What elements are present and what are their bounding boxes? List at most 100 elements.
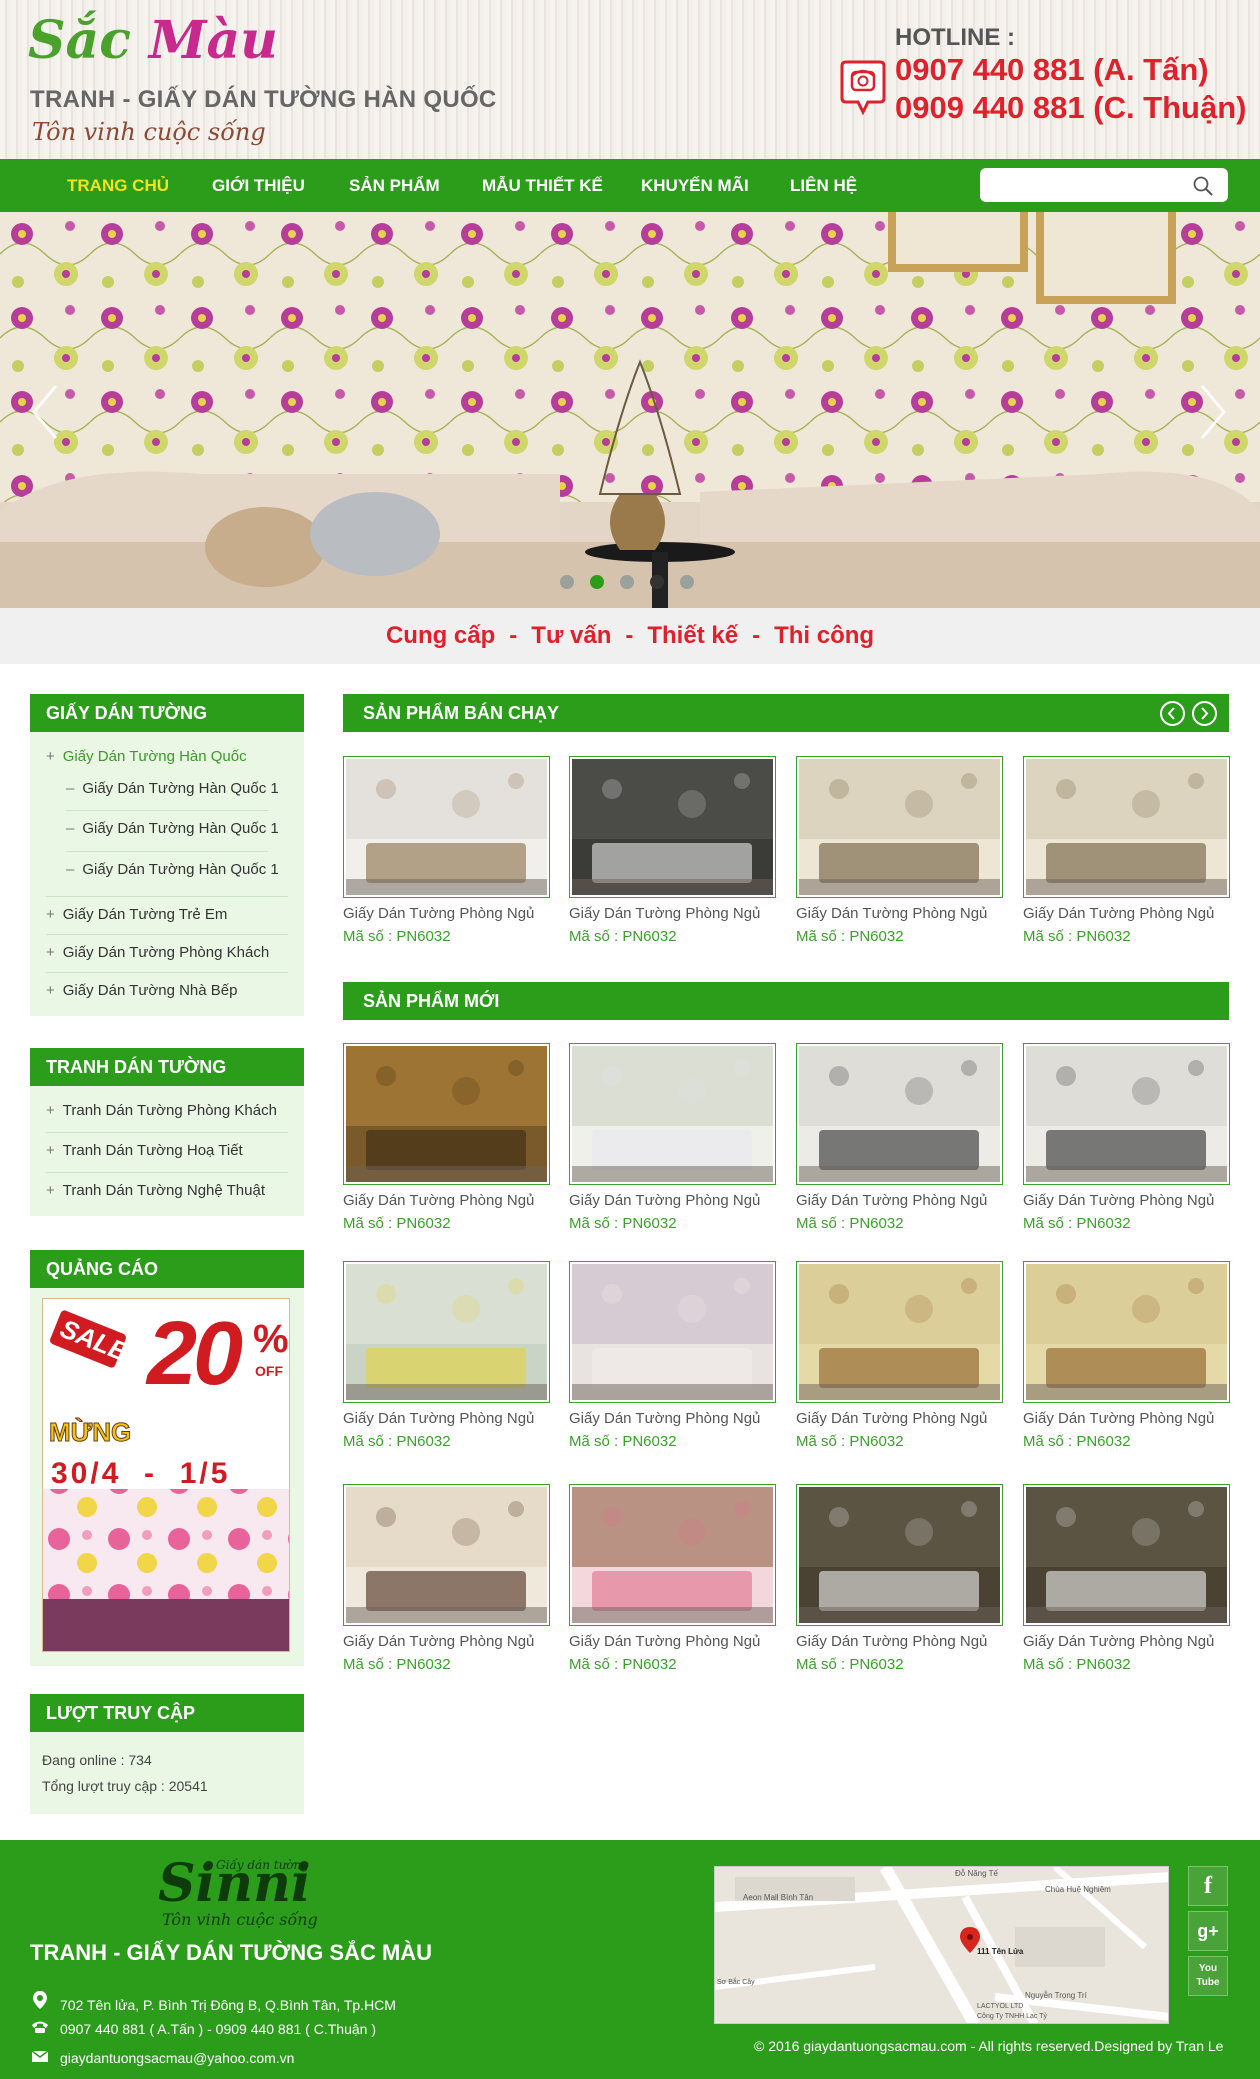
sidebar-subitem[interactable]: – Giấy Dán Tường Hàn Quốc 1: [66, 780, 288, 797]
sidebar-subitem[interactable]: – Giấy Dán Tường Hàn Quốc 1: [66, 820, 288, 837]
carousel-prev-button[interactable]: [1160, 701, 1185, 726]
product-name[interactable]: Giấy Dán Tường Phòng Ngủ: [343, 1633, 550, 1650]
product-card[interactable]: Giấy Dán Tường Phòng Ngủ Mã số : PN6032: [796, 1484, 1003, 1673]
product-image[interactable]: [569, 1043, 776, 1185]
product-card[interactable]: Giấy Dán Tường Phòng Ngủ Mã số : PN6032: [343, 1043, 550, 1232]
product-name[interactable]: Giấy Dán Tường Phòng Ngủ: [569, 1192, 776, 1209]
product-card[interactable]: Giấy Dán Tường Phòng Ngủ Mã số : PN6032: [343, 1484, 550, 1673]
nav-home[interactable]: TRANG CHỦ: [67, 176, 169, 196]
product-image[interactable]: [569, 756, 776, 898]
location-map[interactable]: Aeon Mall Bình Tân Chùa Huệ Nghiêm 111 T…: [714, 1866, 1169, 2024]
hotline-phone-2[interactable]: 0909 440 881 (C. Thuận): [895, 90, 1247, 126]
slider-prev-icon[interactable]: [30, 382, 60, 442]
product-image[interactable]: [796, 1484, 1003, 1626]
site-tagline: TRANH - GIẤY DÁN TƯỜNG HÀN QUỐC: [30, 86, 497, 113]
product-image[interactable]: [343, 1261, 550, 1403]
product-card[interactable]: Giấy Dán Tường Phòng Ngủ Mã số : PN6032: [796, 756, 1003, 945]
product-image[interactable]: [569, 1484, 776, 1626]
ad-off-text: OFF: [255, 1363, 283, 1379]
product-name[interactable]: Giấy Dán Tường Phòng Ngủ: [796, 1192, 1003, 1209]
product-card[interactable]: Giấy Dán Tường Phòng Ngủ Mã số : PN6032: [1023, 1043, 1230, 1232]
ad-banner[interactable]: SALE 20 % OFF MỪNG 30/4 - 1/5: [42, 1298, 290, 1652]
product-card[interactable]: Giấy Dán Tường Phòng Ngủ Mã số : PN6032: [569, 1484, 776, 1673]
product-card[interactable]: Giấy Dán Tường Phòng Ngủ Mã số : PN6032: [1023, 1261, 1230, 1450]
product-card[interactable]: Giấy Dán Tường Phòng Ngủ Mã số : PN6032: [796, 1043, 1003, 1232]
product-name[interactable]: Giấy Dán Tường Phòng Ngủ: [1023, 1633, 1230, 1650]
nav-promotions[interactable]: KHUYẾN MÃI: [641, 176, 749, 196]
product-image[interactable]: [1023, 756, 1230, 898]
hero-slider[interactable]: [0, 212, 1260, 608]
new-products-title: SẢN PHẨM MỚI: [363, 991, 500, 1011]
slider-dot[interactable]: [560, 575, 574, 589]
search-input[interactable]: [980, 168, 1228, 202]
main-nav: TRANG CHỦ GIỚI THIỆU SẢN PHẨM MẪU THIẾT …: [0, 159, 1260, 212]
site-logo[interactable]: Sắc Màu: [28, 10, 278, 72]
product-name[interactable]: Giấy Dán Tường Phòng Ngủ: [569, 905, 776, 922]
sidebar-item-kitchen[interactable]: + Giấy Dán Tường Nhà Bếp: [46, 982, 288, 999]
product-name[interactable]: Giấy Dán Tường Phòng Ngủ: [569, 1633, 776, 1650]
product-image[interactable]: [796, 1043, 1003, 1185]
product-card[interactable]: Giấy Dán Tường Phòng Ngủ Mã số : PN6032: [569, 1043, 776, 1232]
youtube-icon[interactable]: You Tube: [1188, 1956, 1228, 1996]
product-name[interactable]: Giấy Dán Tường Phòng Ngủ: [796, 1410, 1003, 1427]
google-plus-icon[interactable]: g+: [1188, 1911, 1228, 1951]
product-card[interactable]: Giấy Dán Tường Phòng Ngủ Mã số : PN6032: [343, 756, 550, 945]
nav-products[interactable]: SẢN PHẨM: [349, 176, 440, 196]
sidebar-subitem[interactable]: – Giấy Dán Tường Hàn Quốc 1: [66, 861, 288, 878]
product-name[interactable]: Giấy Dán Tường Phòng Ngủ: [1023, 905, 1230, 922]
product-name[interactable]: Giấy Dán Tường Phòng Ngủ: [343, 1192, 550, 1209]
product-image[interactable]: [569, 1261, 776, 1403]
footer-address: 702 Tên lửa, P. Bình Trị Đông B, Q.Bình …: [30, 1990, 396, 2013]
product-card[interactable]: Giấy Dán Tường Phòng Ngủ Mã số : PN6032: [569, 1261, 776, 1450]
nav-designs[interactable]: MẪU THIẾT KẾ: [482, 176, 603, 196]
carousel-next-button[interactable]: [1192, 701, 1217, 726]
sidebar-item-korean[interactable]: + Giấy Dán Tường Hàn Quốc: [46, 748, 288, 765]
slider-dot[interactable]: [680, 575, 694, 589]
product-name[interactable]: Giấy Dán Tường Phòng Ngủ: [343, 905, 550, 922]
product-name[interactable]: Giấy Dán Tường Phòng Ngủ: [1023, 1192, 1230, 1209]
product-image[interactable]: [343, 756, 550, 898]
product-image[interactable]: [343, 1043, 550, 1185]
product-code: Mã số : PN6032: [1023, 928, 1131, 945]
product-code: Mã số : PN6032: [343, 1656, 451, 1673]
product-name[interactable]: Giấy Dán Tường Phòng Ngủ: [1023, 1410, 1230, 1427]
sidebar-item-painting-pattern[interactable]: + Tranh Dán Tường Hoạ Tiết: [46, 1142, 288, 1159]
slider-next-icon[interactable]: [1198, 382, 1228, 442]
product-card[interactable]: Giấy Dán Tường Phòng Ngủ Mã số : PN6032: [1023, 1484, 1230, 1673]
product-name[interactable]: Giấy Dán Tường Phòng Ngủ: [569, 1410, 776, 1427]
product-card[interactable]: Giấy Dán Tường Phòng Ngủ Mã số : PN6032: [343, 1261, 550, 1450]
product-name[interactable]: Giấy Dán Tường Phòng Ngủ: [796, 905, 1003, 922]
slider-dot[interactable]: [650, 575, 664, 589]
sidebar-item-painting-art[interactable]: + Tranh Dán Tường Nghệ Thuật: [46, 1182, 288, 1199]
nav-contact[interactable]: LIÊN HỆ: [790, 176, 857, 196]
sidebar-wallpaper: GIẤY DÁN TƯỜNG + Giấy Dán Tường Hàn Quốc …: [30, 694, 304, 1016]
product-card[interactable]: Giấy Dán Tường Phòng Ngủ Mã số : PN6032: [796, 1261, 1003, 1450]
slider-dot-active[interactable]: [590, 575, 604, 589]
product-code: Mã số : PN6032: [796, 1215, 904, 1232]
plus-icon: +: [46, 748, 55, 765]
product-image[interactable]: [1023, 1484, 1230, 1626]
product-image[interactable]: [796, 756, 1003, 898]
product-image[interactable]: [1023, 1043, 1230, 1185]
visits-online: Đang online : 734: [42, 1752, 152, 1768]
nav-about[interactable]: GIỚI THIỆU: [212, 176, 305, 196]
product-name[interactable]: Giấy Dán Tường Phòng Ngủ: [796, 1633, 1003, 1650]
new-products-header: SẢN PHẨM MỚI: [343, 982, 1229, 1020]
site-header: Sắc Màu TRANH - GIẤY DÁN TƯỜNG HÀN QUỐC T…: [0, 0, 1260, 159]
product-thumbnail: [346, 1487, 547, 1623]
product-card[interactable]: Giấy Dán Tường Phòng Ngủ Mã số : PN6032: [569, 756, 776, 945]
sidebar-item-kids[interactable]: + Giấy Dán Tường Trẻ Em: [46, 906, 288, 923]
sidebar-item-painting-living[interactable]: + Tranh Dán Tường Phòng Khách: [46, 1102, 288, 1119]
product-image[interactable]: [1023, 1261, 1230, 1403]
product-card[interactable]: Giấy Dán Tường Phòng Ngủ Mã số : PN6032: [1023, 756, 1230, 945]
product-thumbnail: [1026, 759, 1227, 895]
product-name[interactable]: Giấy Dán Tường Phòng Ngủ: [343, 1410, 550, 1427]
facebook-icon[interactable]: f: [1188, 1866, 1228, 1906]
hotline-phone-1[interactable]: 0907 440 881 (A. Tấn): [895, 52, 1209, 88]
product-image[interactable]: [796, 1261, 1003, 1403]
plus-icon: +: [46, 1142, 55, 1159]
search-icon[interactable]: [1192, 175, 1214, 197]
slider-dot[interactable]: [620, 575, 634, 589]
product-image[interactable]: [343, 1484, 550, 1626]
sidebar-item-living[interactable]: + Giấy Dán Tường Phòng Khách: [46, 944, 288, 961]
